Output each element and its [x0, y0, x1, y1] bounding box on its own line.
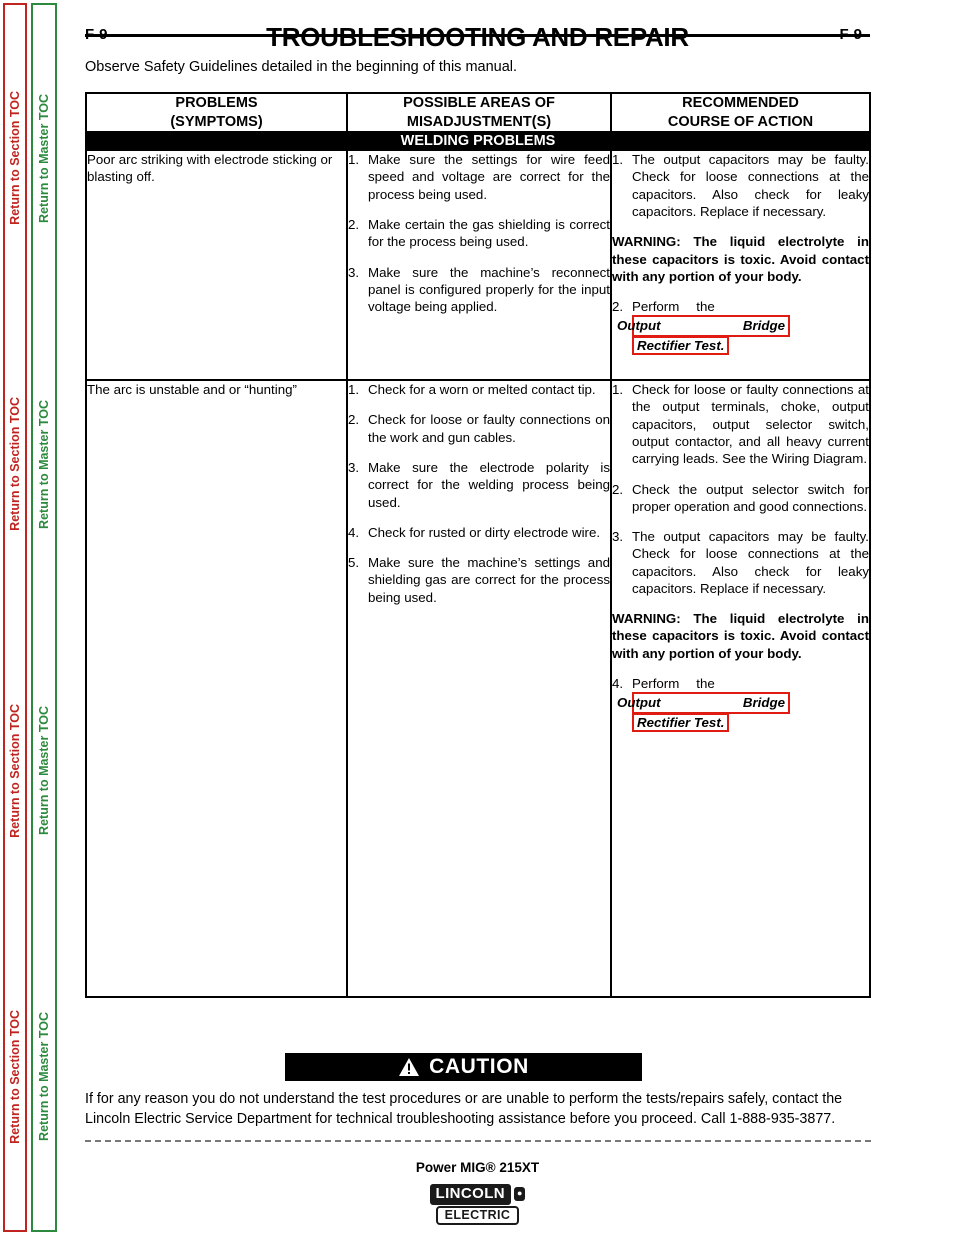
list-number: 3. [348, 264, 360, 280]
page-content: F-9 TROUBLESHOOTING AND REPAIR F-9 Obser… [85, 0, 875, 1235]
list-text: The output capacitors may be faulty. Che… [632, 529, 869, 596]
footer-product-name: Power MIG® 215XT [415, 1160, 540, 1175]
table-section-band-row: WELDING PROBLEMS [85, 131, 871, 152]
return-to-master-toc-link[interactable]: Return to Master TOC [37, 1012, 51, 1141]
list-text: The output capacitors may be faulty. Che… [632, 152, 869, 219]
action-cell: 1. The output capacitors may be faulty. C… [610, 149, 871, 382]
column-header-line2: MISADJUSTMENT(S) [406, 113, 552, 130]
symptom-cell: The arc is unstable and or “hunting” [85, 379, 348, 999]
list-item: 1. Make sure the settings for wire feed s… [348, 151, 610, 203]
list-number: 2. [612, 299, 624, 315]
column-header-line1: RECOMMENDED [682, 95, 799, 111]
output-bridge-rectifier-test-link[interactable]: Rectifier Test. [632, 712, 730, 732]
page-header: F-9 TROUBLESHOOTING AND REPAIR F-9 [85, 22, 870, 56]
list-text: Make sure the electrode polarity is corr… [368, 459, 610, 510]
table-header-row: PROBLEMS (SYMPTOMS) POSSIBLE AREAS OF MI… [85, 91, 871, 134]
list-text: Make sure the machine’s reconnect panel … [368, 264, 610, 315]
list-item: 3. The output capacitors may be faulty. C… [612, 528, 869, 597]
list-number: 3. [612, 529, 624, 545]
output-bridge-rectifier-test-link[interactable]: Output Bridge [617, 315, 790, 337]
list-item: 4. Check for rusted or dirty electrode wi… [348, 524, 610, 541]
list-number: 1. [348, 382, 360, 398]
caution-banner: CAUTION [285, 1053, 642, 1081]
column-header-problems: PROBLEMS (SYMPTOMS) [85, 91, 348, 134]
misadjustment-cell: 1. Check for a worn or melted contact tip… [346, 379, 612, 999]
header-divider [85, 34, 870, 37]
footer-dashed-divider [85, 1140, 871, 1142]
logo-lincoln-text: LINCOLN [429, 1184, 512, 1205]
list-lead-text: Perform the [632, 299, 715, 315]
misadjustment-cell: 1. Make sure the settings for wire feed s… [346, 149, 612, 382]
return-to-master-toc-link[interactable]: Return to Master TOC [37, 706, 51, 835]
list-text: Check for loose or faulty connections on… [368, 412, 610, 445]
list-item: 5. Make sure the machine’s settings and s… [348, 554, 610, 606]
section-toc-rail[interactable]: Return to Section TOC Return to Section … [3, 3, 27, 1232]
return-to-section-toc-link[interactable]: Return to Section TOC [8, 1010, 22, 1144]
warning-text: WARNING: The liquid electrolyte in these… [612, 611, 869, 661]
return-to-section-toc-link[interactable]: Return to Section TOC [8, 91, 22, 225]
list-number: 2. [348, 216, 360, 232]
table-row: Poor arc striking with electrode stickin… [85, 149, 871, 382]
table-row: The arc is unstable and or “hunting” 1. C… [85, 379, 871, 999]
list-text: Make sure the machine’s settings and shi… [368, 555, 610, 605]
list-item: 3. Make sure the machine’s reconnect pane… [348, 264, 610, 316]
return-to-section-toc-link[interactable]: Return to Section TOC [8, 704, 22, 838]
page-title: TROUBLESHOOTING AND REPAIR [266, 22, 689, 52]
action-cell: 1. Check for loose or faulty connections … [610, 379, 871, 999]
column-header-line2: (SYMPTOMS) [170, 113, 263, 130]
caution-body-text: If for any reason you do not understand … [85, 1091, 843, 1128]
column-header-line1: PROBLEMS [175, 95, 258, 111]
column-header-recommended-action: RECOMMENDED COURSE OF ACTION [610, 91, 871, 134]
list-number: 4. [348, 524, 360, 540]
list-item-with-link: 4. Perform the Output Bridge Rectifier Tes… [612, 675, 869, 732]
list-number: 2. [612, 481, 624, 497]
list-item: 1. The output capacitors may be faulty. C… [612, 151, 869, 220]
list-text: Check for a worn or melted contact tip. [368, 382, 596, 398]
list-number: 1. [348, 152, 360, 168]
master-toc-rail[interactable]: Return to Master TOC Return to Master TO… [31, 3, 57, 1232]
column-header-line2: COURSE OF ACTION [667, 113, 814, 130]
logo-electric-text: ELECTRIC [435, 1205, 520, 1226]
list-number: 1. [612, 152, 624, 168]
list-item: 1. Check for loose or faulty connections … [612, 381, 869, 467]
list-number: 3. [348, 459, 360, 475]
warning-text: WARNING: The liquid electrolyte in these… [612, 234, 869, 284]
output-bridge-rectifier-test-link[interactable]: Rectifier Test. [632, 335, 730, 355]
section-band-welding-problems: WELDING PROBLEMS [85, 131, 871, 152]
list-text: Check the output selector switch for pro… [632, 481, 869, 514]
logo-top-row: LINCOLN ● [429, 1184, 526, 1205]
column-header-misadjustments: POSSIBLE AREAS OF MISADJUSTMENT(S) [346, 91, 612, 134]
safety-note: Observe Safety Guidelines detailed in th… [85, 59, 518, 75]
list-number: 4. [612, 676, 624, 692]
list-lead-text: Perform the [632, 676, 715, 692]
list-number: 5. [348, 555, 360, 571]
column-header-line1: POSSIBLE AREAS OF [403, 95, 555, 111]
list-item: 2. Make certain the gas shielding is corr… [348, 216, 610, 251]
list-number: 2. [348, 412, 360, 428]
caution-label: CAUTION [429, 1055, 529, 1078]
list-item: 2. Check for loose or faulty connections … [348, 411, 610, 446]
list-item: 3. Make sure the electrode polarity is co… [348, 459, 610, 511]
list-item: 1. Check for a worn or melted contact tip… [348, 381, 610, 398]
return-to-section-toc-link[interactable]: Return to Section TOC [8, 397, 22, 531]
logo-registered-mark-icon: ● [514, 1187, 526, 1202]
return-to-master-toc-link[interactable]: Return to Master TOC [37, 94, 51, 223]
return-to-master-toc-link[interactable]: Return to Master TOC [37, 400, 51, 529]
warning-triangle-icon [399, 1058, 420, 1076]
list-item: 2. Check the output selector switch for p… [612, 481, 869, 516]
output-bridge-rectifier-test-link[interactable]: Output Bridge [617, 692, 790, 714]
lincoln-electric-logo: LINCOLN ● ELECTRIC [85, 1184, 870, 1226]
list-number: 1. [612, 382, 624, 398]
list-text: Check for rusted or dirty electrode wire… [368, 524, 601, 540]
list-text: Make certain the gas shielding is correc… [368, 216, 610, 250]
list-text: Make sure the settings for wire feed spe… [368, 152, 610, 202]
symptom-cell: Poor arc striking with electrode stickin… [85, 149, 348, 382]
list-text: Check for loose or faulty connections at… [632, 382, 869, 467]
troubleshooting-table: PROBLEMS (SYMPTOMS) POSSIBLE AREAS OF MI… [85, 91, 871, 999]
list-item-with-link: 2. Perform the Output Bridge Rectifier Tes… [612, 298, 869, 355]
